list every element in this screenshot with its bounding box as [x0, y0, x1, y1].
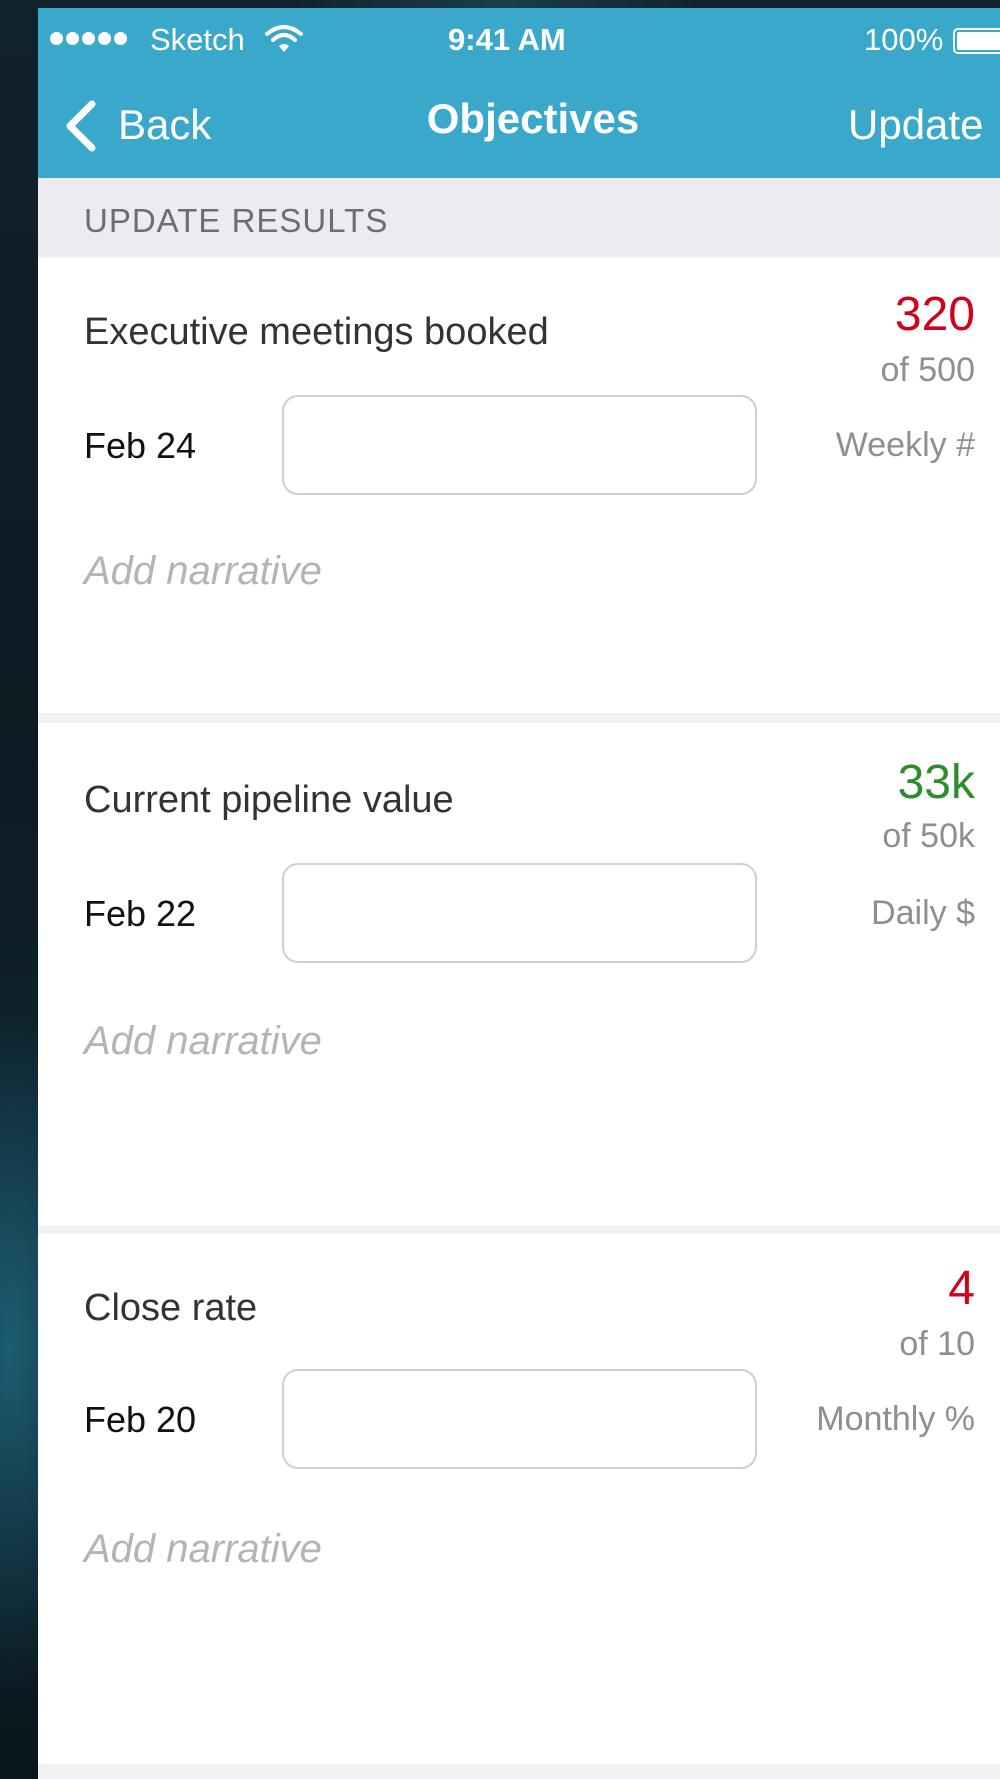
- carrier-name: Sketch: [150, 22, 245, 57]
- objective-current-value: 33k: [897, 756, 975, 809]
- back-button[interactable]: Back: [118, 101, 211, 149]
- wifi-icon: [264, 24, 304, 59]
- objective-current-value: 320: [894, 288, 975, 341]
- objective-result-input[interactable]: [282, 395, 757, 495]
- navigation-header: Sketch 9:41 AM 100% Back Objectives Upda…: [38, 8, 1000, 178]
- section-header: UPDATE RESULTS: [38, 178, 1000, 256]
- objective-title: Current pipeline value: [84, 779, 454, 821]
- objective-target: of 50k: [882, 817, 975, 855]
- objective-card-pipeline-value: Current pipeline value 33k of 50k Feb 22…: [38, 723, 1000, 1226]
- add-narrative-field[interactable]: Add narrative: [84, 1018, 322, 1064]
- objective-date: Feb 20: [84, 1399, 197, 1440]
- objective-title: Close rate: [84, 1287, 258, 1329]
- objective-frequency: Weekly #: [835, 426, 975, 464]
- objective-date: Feb 24: [84, 425, 197, 466]
- battery-icon: [953, 28, 1000, 54]
- add-narrative-field[interactable]: Add narrative: [84, 1526, 322, 1572]
- objective-frequency: Monthly %: [816, 1400, 975, 1438]
- status-time: 9:41 AM: [448, 22, 566, 57]
- objective-result-input[interactable]: [282, 863, 757, 963]
- objective-date: Feb 22: [84, 893, 197, 934]
- phone-screen: Sketch 9:41 AM 100% Back Objectives Upda…: [38, 8, 1000, 1779]
- objective-target: of 10: [899, 1325, 975, 1363]
- objective-title: Executive meetings booked: [84, 311, 549, 353]
- objective-card-executive-meetings: Executive meetings booked 320 of 500 Feb…: [38, 258, 1000, 713]
- objective-current-value: 4: [948, 1262, 975, 1315]
- battery-percentage: 100%: [864, 22, 944, 57]
- add-narrative-field[interactable]: Add narrative: [84, 548, 322, 594]
- update-button[interactable]: Update: [848, 101, 983, 149]
- signal-icon: [50, 32, 127, 45]
- page-title: Objectives: [426, 95, 640, 142]
- section-title: UPDATE RESULTS: [84, 202, 389, 239]
- objective-frequency: Daily $: [871, 894, 975, 932]
- status-bar: Sketch 9:41 AM 100%: [38, 8, 1000, 72]
- objective-card-close-rate: Close rate 4 of 10 Feb 20 Monthly % Add …: [38, 1234, 1000, 1764]
- objective-result-input[interactable]: [282, 1369, 757, 1469]
- back-chevron-icon[interactable]: [60, 98, 100, 159]
- objective-target: of 500: [880, 351, 975, 389]
